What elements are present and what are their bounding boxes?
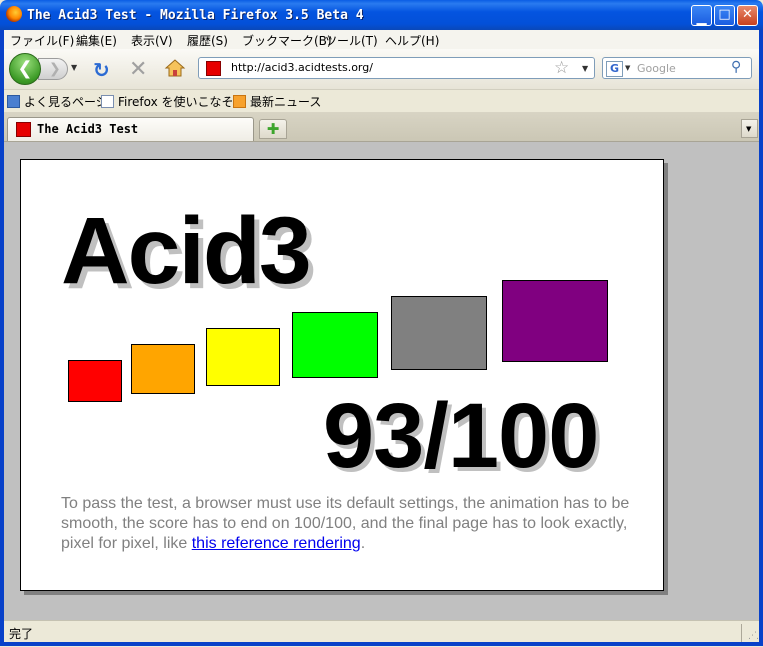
bookmark-label: Firefox を使いこなそう [118,95,246,109]
status-text: 完了 [9,627,34,641]
test-square-3 [206,328,280,386]
url-dropdown-icon[interactable]: ▼ [582,64,588,73]
forward-button[interactable]: ❯ [38,58,68,80]
forward-arrow-icon: ❯ [49,61,61,77]
window-title: The Acid3 Test - Mozilla Firefox 3.5 Bet… [27,8,364,23]
test-square-1 [68,360,122,402]
menu-help[interactable]: ヘルプ(H) [385,32,439,49]
reference-rendering-link[interactable]: this reference rendering [192,535,361,552]
menu-file[interactable]: ファイル(F) [10,32,74,49]
menu-bar: ファイル(F) 編集(E) 表示(V) 履歴(S) ブックマーク(B) ツール(… [0,30,763,49]
list-all-tabs-button[interactable]: ▼ [741,119,758,138]
bookmark-most-visited[interactable]: よく見るページ [7,93,108,110]
page-icon [101,95,114,108]
minimize-icon: ▁ [696,11,707,26]
reload-icon[interactable]: ↻ [93,58,110,82]
page-heading: Acid3 [61,198,312,304]
bookmark-star-icon[interactable]: ☆ [554,58,569,78]
close-icon: ✕ [742,7,753,22]
site-favicon-icon [206,61,221,76]
window-frame-left [0,30,4,646]
test-square-5 [391,296,487,370]
rss-feed-icon [233,95,246,108]
menu-tools[interactable]: ツール(T) [325,32,378,49]
content-area: Acid3 93/100 To pass the test, a browser… [4,142,759,620]
back-arrow-icon: ❮ [17,58,33,79]
tab-acid3[interactable]: The Acid3 Test [7,117,254,141]
test-square-2 [131,344,195,394]
plus-icon: ✚ [266,120,280,138]
bookmark-label: 最新ニュース [250,95,322,109]
search-engine-icon[interactable]: G [606,61,623,77]
history-dropdown-icon[interactable]: ▼ [71,63,77,72]
browser-window: The Acid3 Test - Mozilla Firefox 3.5 Bet… [0,0,763,647]
menu-view[interactable]: 表示(V) [131,32,173,49]
window-frame-bottom [0,642,763,646]
score-display: 93/100 [323,385,599,487]
back-button[interactable]: ❮ [9,53,41,85]
stop-icon[interactable]: ✕ [129,57,147,82]
close-button[interactable]: ✕ [737,5,758,26]
maximize-button[interactable]: □ [714,5,735,26]
menu-edit[interactable]: 編集(E) [76,32,117,49]
navigation-toolbar: ❯ ❮ ▼ ↻ ✕ http://acid3.acidtests.org/ ☆ … [0,49,763,90]
bookmark-latest-news[interactable]: 最新ニュース [233,93,321,110]
chevron-down-icon: ▼ [746,125,752,133]
acid3-test-page: Acid3 93/100 To pass the test, a browser… [20,159,664,591]
description-end: . [360,535,366,552]
test-description: To pass the test, a browser must use its… [61,494,636,554]
test-square-6 [502,280,608,362]
bookmark-label: よく見るページ [24,95,108,109]
search-input[interactable]: Google [637,62,676,75]
tab-label: The Acid3 Test [37,122,139,136]
url-bar[interactable]: http://acid3.acidtests.org/ ☆ ▼ [198,57,595,79]
smart-folder-icon [7,95,20,108]
maximize-icon: □ [718,7,731,22]
search-engine-dropdown-icon[interactable]: ▼ [625,64,630,72]
menu-bookmarks[interactable]: ブックマーク(B) [242,32,332,49]
firefox-logo-icon [6,6,22,22]
search-bar[interactable]: G ▼ Google ⚲ [602,57,752,79]
title-bar[interactable]: The Acid3 Test - Mozilla Firefox 3.5 Bet… [0,0,763,30]
menu-history[interactable]: 履歴(S) [187,32,228,49]
status-separator [741,624,742,642]
new-tab-button[interactable]: ✚ [259,119,287,139]
bookmarks-toolbar: よく見るページ Firefox を使いこなそう 最新ニュース [0,90,763,112]
tab-bar: The Acid3 Test ✚ ▼ [0,112,763,142]
tab-favicon-icon [16,122,31,137]
home-icon[interactable] [164,58,186,78]
test-square-4 [292,312,378,378]
window-frame-right [759,30,763,646]
minimize-button[interactable]: ▁ [691,5,712,26]
search-icon[interactable]: ⚲ [731,59,741,75]
bookmark-getting-started[interactable]: Firefox を使いこなそう [101,93,246,110]
url-input[interactable]: http://acid3.acidtests.org/ [231,61,373,74]
